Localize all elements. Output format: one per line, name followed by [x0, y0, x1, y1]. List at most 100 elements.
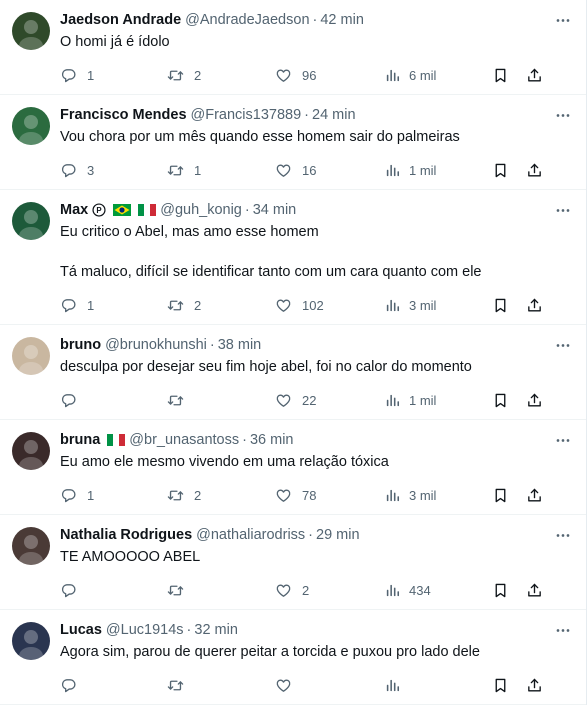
like-button[interactable]: 96: [275, 67, 316, 84]
reply-button[interactable]: 3: [60, 162, 94, 179]
reply-button[interactable]: 1: [60, 487, 94, 504]
tweet[interactable]: Francisco Mendes @Francis137889 · 24 min Vou…: [0, 95, 586, 190]
bar-chart-icon: [384, 162, 401, 179]
display-name[interactable]: bruno: [60, 337, 101, 353]
user-handle[interactable]: @br_unasantoss: [129, 432, 239, 448]
user-handle[interactable]: @AndradeJaedson: [185, 12, 309, 28]
tweet[interactable]: Jaedson Andrade @AndradeJaedson · 42 min O h…: [0, 0, 586, 95]
more-options-button[interactable]: [554, 337, 572, 351]
share-button[interactable]: [526, 487, 543, 504]
share-button[interactable]: [526, 297, 543, 314]
more-options-button[interactable]: [554, 107, 572, 121]
display-name[interactable]: Francisco Mendes: [60, 107, 187, 123]
reply-button[interactable]: [60, 392, 87, 409]
like-count: 16: [302, 163, 317, 178]
avatar[interactable]: [12, 337, 50, 375]
share-button[interactable]: [526, 162, 543, 179]
retweet-icon: [167, 392, 184, 409]
timestamp[interactable]: 29 min: [316, 527, 360, 543]
tweet[interactable]: bruno @brunokhunshi · 38 min desculpa por de…: [0, 325, 586, 420]
timestamp[interactable]: 36 min: [250, 432, 294, 448]
more-options-button[interactable]: [554, 432, 572, 446]
more-dots-icon: [555, 620, 571, 638]
reply-button[interactable]: [60, 582, 87, 599]
user-handle[interactable]: @nathaliarodriss: [196, 527, 305, 543]
like-button[interactable]: 78: [275, 487, 316, 504]
views-button[interactable]: 1 mil: [384, 162, 436, 179]
reply-button[interactable]: 1: [60, 67, 94, 84]
avatar[interactable]: [12, 107, 50, 145]
bookmark-button[interactable]: [492, 582, 509, 599]
views-button[interactable]: 6 mil: [384, 67, 436, 84]
more-options-button[interactable]: [554, 12, 572, 26]
tweet[interactable]: Nathalia Rodrigues @nathaliarodriss · 29 mi…: [0, 515, 586, 610]
user-handle[interactable]: @brunokhunshi: [105, 337, 207, 353]
retweet-icon: [167, 582, 184, 599]
tweet[interactable]: Max P @guh_konig · 34 min Eu critico o Abel, …: [0, 190, 586, 325]
share-button[interactable]: [526, 677, 543, 694]
share-button[interactable]: [526, 582, 543, 599]
avatar[interactable]: [12, 527, 50, 565]
user-handle[interactable]: @Francis137889: [191, 107, 302, 123]
more-options-button[interactable]: [554, 202, 572, 216]
avatar[interactable]: [12, 622, 50, 660]
retweet-button[interactable]: [167, 392, 194, 409]
reply-count: 1: [87, 488, 95, 503]
views-button[interactable]: 3 mil: [384, 487, 436, 504]
timestamp[interactable]: 34 min: [253, 202, 297, 218]
like-button[interactable]: 22: [275, 392, 316, 409]
more-options-button[interactable]: [554, 622, 572, 636]
like-button[interactable]: [275, 677, 302, 694]
avatar[interactable]: [12, 12, 50, 50]
like-button[interactable]: 16: [275, 162, 316, 179]
heart-icon: [275, 162, 292, 179]
retweet-button[interactable]: [167, 677, 194, 694]
bookmark-button[interactable]: [492, 677, 509, 694]
views-button[interactable]: 434: [384, 582, 431, 599]
timestamp[interactable]: 32 min: [194, 622, 238, 638]
display-name[interactable]: bruna: [60, 432, 100, 448]
retweet-button[interactable]: 2: [167, 297, 201, 314]
share-icon: [526, 392, 543, 409]
retweet-button[interactable]: 2: [167, 487, 201, 504]
like-button[interactable]: 102: [275, 297, 324, 314]
bookmark-button[interactable]: [492, 487, 509, 504]
timestamp[interactable]: 42 min: [320, 12, 364, 28]
like-count: 22: [302, 393, 317, 408]
bookmark-button[interactable]: [492, 67, 509, 84]
views-button[interactable]: 1 mil: [384, 392, 436, 409]
user-handle[interactable]: @guh_konig: [160, 202, 242, 218]
display-name[interactable]: Max: [60, 202, 88, 218]
avatar[interactable]: [12, 202, 50, 240]
views-button[interactable]: 3 mil: [384, 297, 436, 314]
timestamp[interactable]: 24 min: [312, 107, 356, 123]
bookmark-button[interactable]: [492, 162, 509, 179]
tweet[interactable]: Lucas @Luc1914s · 32 min Agora sim, parou de…: [0, 610, 586, 705]
separator-dot: ·: [308, 527, 314, 543]
display-name[interactable]: Nathalia Rodrigues: [60, 527, 192, 543]
display-name[interactable]: Lucas: [60, 622, 102, 638]
display-name[interactable]: Jaedson Andrade: [60, 12, 181, 28]
action-bar: 1 2 78 3 mil: [60, 476, 572, 514]
bookmark-button[interactable]: [492, 392, 509, 409]
bookmark-button[interactable]: [492, 297, 509, 314]
retweet-button[interactable]: 2: [167, 67, 201, 84]
user-handle[interactable]: @Luc1914s: [106, 622, 184, 638]
reply-button[interactable]: [60, 677, 87, 694]
share-icon: [526, 487, 543, 504]
bar-chart-icon: [384, 487, 401, 504]
heart-icon: [275, 392, 292, 409]
bar-chart-icon: [384, 677, 401, 694]
retweet-button[interactable]: [167, 582, 194, 599]
more-options-button[interactable]: [554, 527, 572, 541]
views-button[interactable]: [384, 677, 409, 694]
like-button[interactable]: 2: [275, 582, 309, 599]
share-button[interactable]: [526, 67, 543, 84]
reply-button[interactable]: 1: [60, 297, 94, 314]
retweet-button[interactable]: 1: [167, 162, 201, 179]
tweet[interactable]: bruna @br_unasantoss · 36 min Eu amo ele mes…: [0, 420, 586, 515]
share-button[interactable]: [526, 392, 543, 409]
avatar[interactable]: [12, 432, 50, 470]
bookmark-icon: [492, 162, 509, 179]
timestamp[interactable]: 38 min: [218, 337, 262, 353]
